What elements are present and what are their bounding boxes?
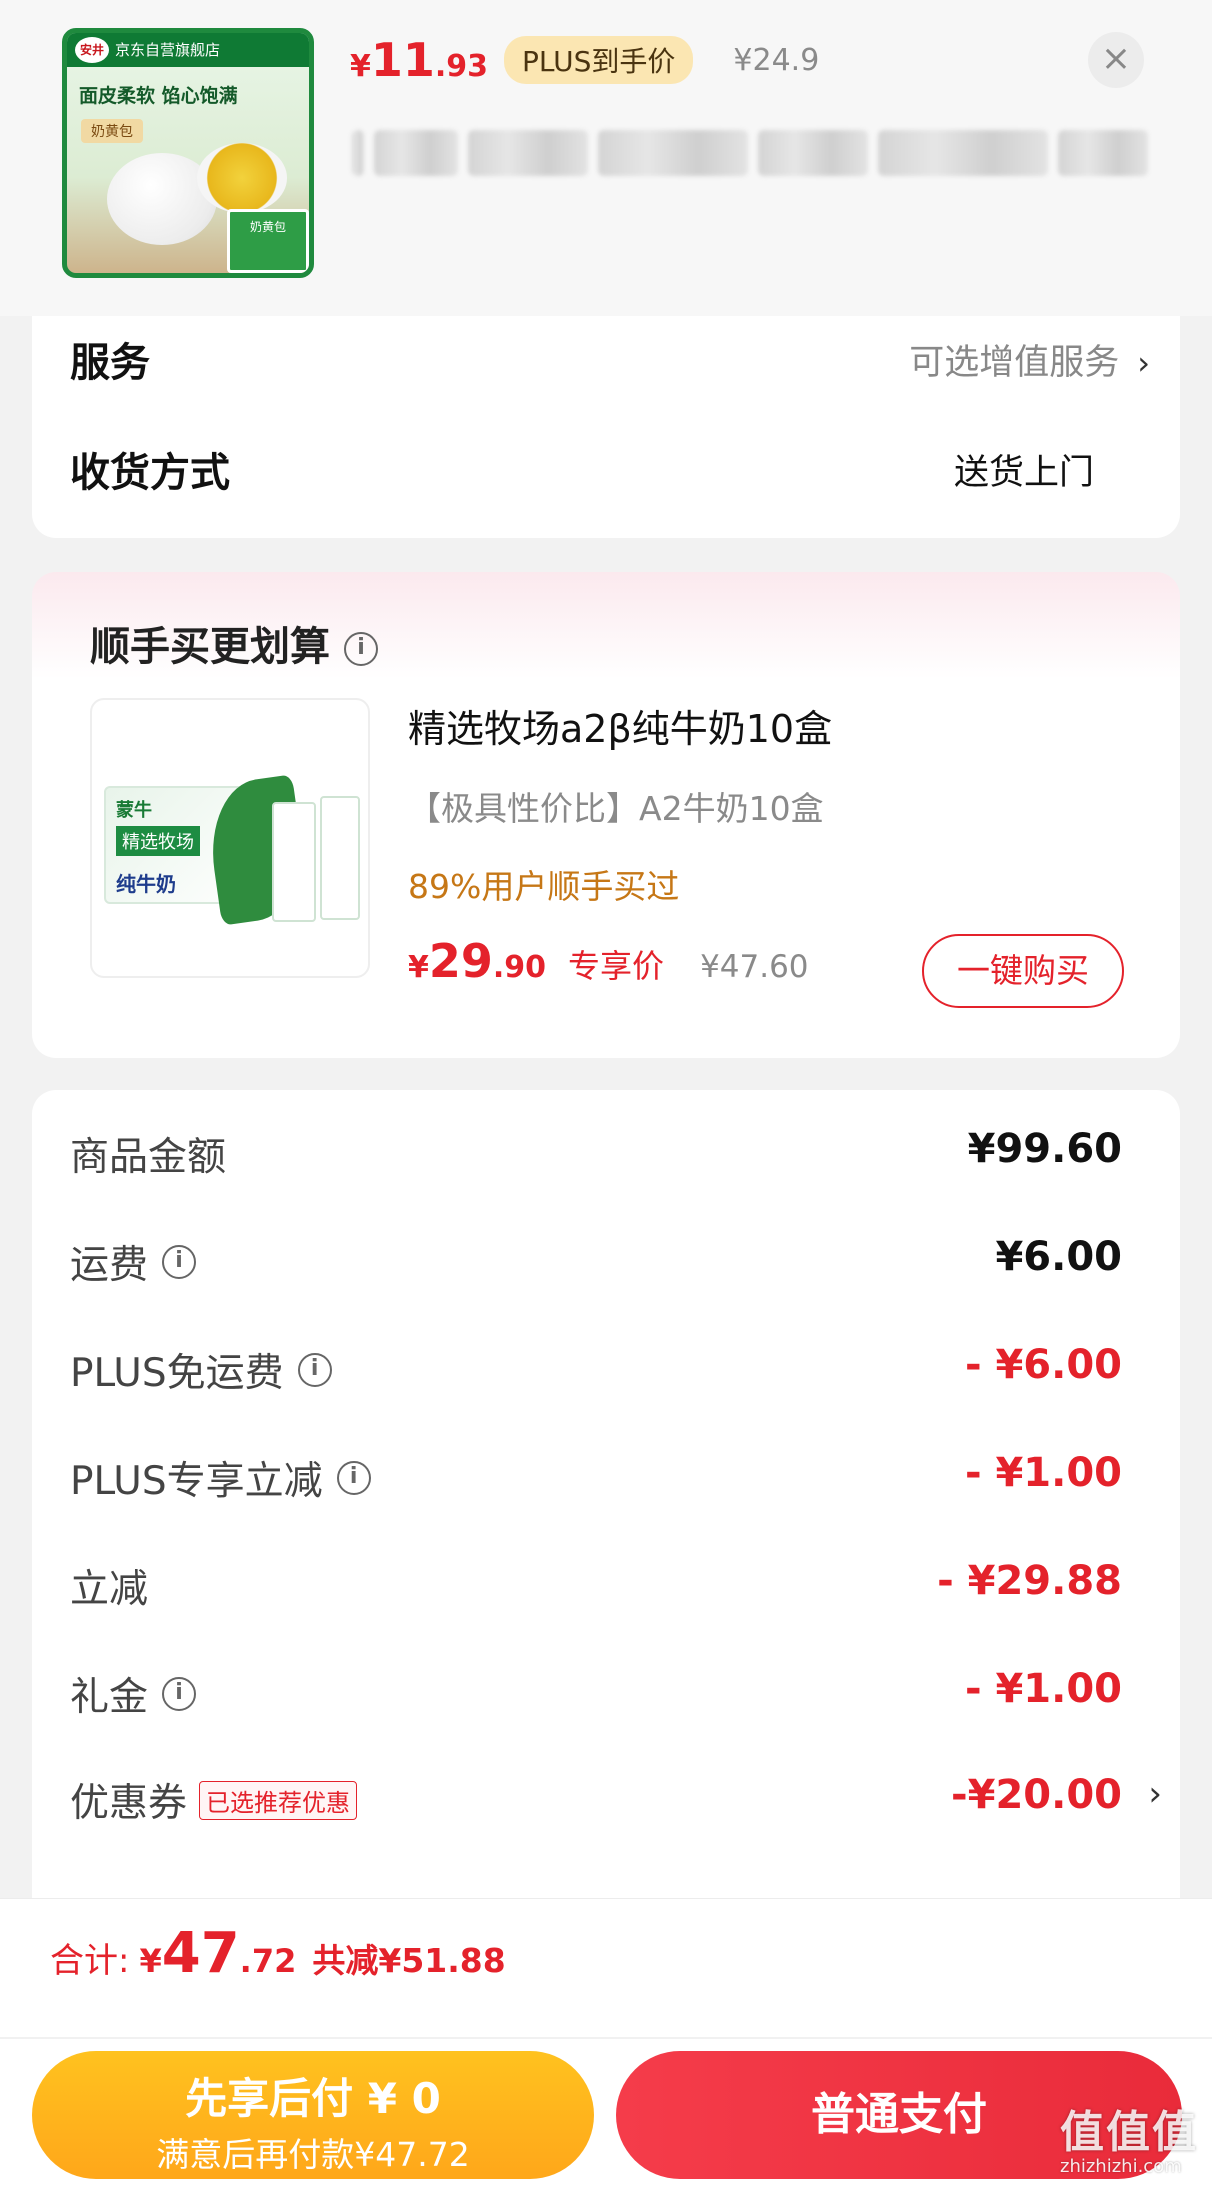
goods-amount-value: ¥99.60	[967, 1126, 1122, 1172]
delivery-row[interactable]: 收货方式 送货上门	[70, 432, 1150, 496]
goods-amount-label: 商品金额	[70, 1135, 227, 1180]
product-thumbnail[interactable]: 京东自营旗舰店 安井 面皮柔软 馅心饱满 奶黄包 奶黄包	[62, 28, 314, 278]
pay-later-button[interactable]: 先享后付 ¥ 0 满意后再付款¥47.72	[32, 2051, 594, 2179]
thumb-tag: 奶黄包	[81, 119, 143, 143]
checkout-bar: 合计: ¥47.72 共减¥51.88 先享后付 ¥ 0 满意后再付款¥47.7…	[0, 1898, 1212, 2189]
plus-price: ¥11.93	[350, 33, 489, 87]
watermark-url: zhizhizhi.com	[1060, 2156, 1182, 2177]
divider	[0, 2037, 1212, 2039]
upsell-price-row: ¥29.90 专享价 ¥47.60	[408, 934, 809, 988]
watermark-logo: 值值值	[1060, 2107, 1198, 2158]
shipping-value: ¥6.00	[995, 1234, 1122, 1280]
service-value: 可选增值服务 ›	[909, 343, 1150, 383]
gift-money-value: - ¥1.00	[964, 1666, 1122, 1712]
upsell-product-name[interactable]: 精选牧场a2β纯牛奶10盒	[408, 698, 832, 753]
upsell-card: 顺手买更划算 i 蒙牛 精选牧场 纯牛奶 精选牧场a2β纯牛奶10盒 【极具性价比…	[32, 572, 1180, 1058]
info-icon[interactable]: i	[336, 1461, 371, 1495]
upsell-product-image[interactable]: 蒙牛 精选牧场 纯牛奶	[90, 698, 370, 978]
one-click-buy-button[interactable]: 一键购买	[922, 934, 1124, 1008]
service-row[interactable]: 服务 可选增值服务 ›	[70, 322, 1150, 386]
info-icon[interactable]: i	[162, 1245, 197, 1279]
plus-price-badge: PLUS到手价	[504, 36, 694, 84]
plus-discount-label: PLUS专享立减 i	[70, 1450, 371, 1506]
thumb-slogan: 面皮柔软 馅心饱满	[79, 85, 238, 107]
upsell-price: ¥29.90	[408, 934, 547, 988]
info-icon[interactable]: i	[344, 632, 378, 666]
breakdown-row-plus-discount: PLUS专享立减 i - ¥1.00	[70, 1444, 1122, 1504]
pay-later-title: 先享后付 ¥ 0	[185, 2074, 441, 2123]
instant-discount-label: 立减	[70, 1567, 149, 1612]
bun-cut-image	[197, 143, 287, 213]
total-price: ¥47.72	[139, 1921, 297, 1986]
breakdown-row-shipping: 运费 i ¥6.00	[70, 1228, 1122, 1288]
total-label: 合计:	[50, 1941, 130, 1981]
breakdown-row-instant-discount: 立减 - ¥29.88	[70, 1552, 1122, 1612]
delivery-value: 送货上门	[953, 453, 1094, 493]
plus-free-shipping-label: PLUS免运费 i	[70, 1342, 332, 1398]
shipping-label: 运费 i	[70, 1234, 197, 1290]
breakdown-row-plus-free-shipping: PLUS免运费 i - ¥6.00	[70, 1336, 1122, 1396]
exclusive-price-label: 专享价	[568, 947, 665, 985]
instant-discount-value: - ¥29.88	[937, 1558, 1122, 1604]
coupon-recommended-tag: 已选推荐优惠	[199, 1780, 358, 1820]
info-icon[interactable]: i	[297, 1353, 332, 1387]
pay-later-subtitle: 满意后再付款¥47.72	[156, 2135, 470, 2174]
breakdown-row-gift-money: 礼金 i - ¥1.00	[70, 1660, 1122, 1720]
milk-carton-image	[272, 802, 316, 922]
brand-logo: 安井	[75, 37, 109, 63]
upsell-product-desc: 【极具性价比】A2牛奶10盒	[408, 789, 824, 828]
plus-discount-value: - ¥1.00	[964, 1450, 1122, 1496]
plus-free-shipping-value: - ¥6.00	[964, 1342, 1122, 1388]
blurred-product-title	[352, 130, 1160, 182]
total-row: 合计: ¥47.72 共减¥51.88	[50, 1921, 506, 1986]
gift-money-label: 礼金 i	[70, 1666, 197, 1722]
product-header: 京东自营旗舰店 安井 面皮柔软 馅心饱满 奶黄包 奶黄包 ¥11.93 PLUS…	[0, 0, 1212, 316]
coupon-label: 优惠券 已选推荐优惠	[70, 1772, 358, 1828]
milk-carton-image	[320, 796, 360, 920]
price-row: ¥11.93 PLUS到手价 ¥24.9	[350, 30, 819, 90]
package-image: 奶黄包	[227, 209, 309, 273]
breakdown-row-coupon[interactable]: 优惠券 已选推荐优惠 -¥20.00 ›	[70, 1766, 1162, 1828]
info-icon[interactable]: i	[162, 1677, 197, 1711]
delivery-label: 收货方式	[70, 450, 230, 496]
service-card: 服务 可选增值服务 › 收货方式 送货上门	[32, 316, 1180, 538]
breakdown-row-goods: 商品金额 ¥99.60	[70, 1120, 1122, 1180]
service-label: 服务	[70, 340, 150, 386]
chevron-right-icon: ›	[1137, 344, 1150, 382]
upsell-original-price: ¥47.60	[700, 949, 809, 985]
close-icon: ×	[1100, 38, 1132, 79]
close-button[interactable]: ×	[1088, 32, 1144, 88]
upsell-title: 顺手买更划算 i	[90, 614, 378, 672]
chevron-right-icon: ›	[1148, 1774, 1162, 1814]
coupon-value: -¥20.00	[951, 1772, 1122, 1818]
total-saved: 共减¥51.88	[312, 1941, 506, 1980]
upsell-social-proof: 89%用户顺手买过	[408, 867, 680, 906]
original-price: ¥24.9	[733, 42, 820, 78]
